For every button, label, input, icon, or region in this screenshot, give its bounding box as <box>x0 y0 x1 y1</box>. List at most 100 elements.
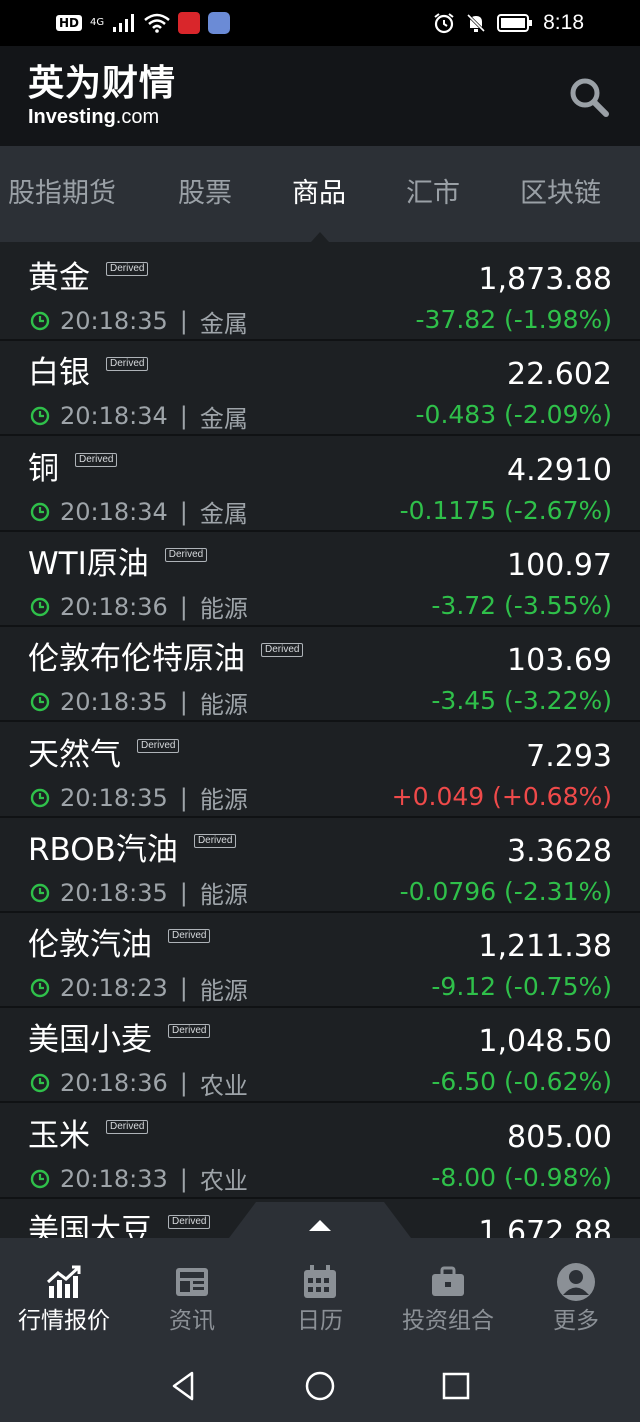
derived-badge: Derived <box>168 1024 211 1039</box>
nav-quotes[interactable]: 行情报价 <box>0 1262 128 1342</box>
commodity-change: -3.72 (-3.55%) <box>431 590 612 620</box>
commodity-change: -8.00 (-0.98%) <box>431 1162 612 1192</box>
clock-icon <box>30 692 50 712</box>
commodity-name: 伦敦布伦特原油 Derived <box>28 639 304 679</box>
recents-icon[interactable] <box>438 1368 474 1404</box>
commodity-price: 100.97 <box>507 547 612 583</box>
commodity-category: 能源 <box>199 690 248 719</box>
commodity-category: 金属 <box>199 500 248 529</box>
derived-badge: Derived <box>106 357 149 372</box>
briefcase-icon <box>432 1266 464 1296</box>
clock-icon <box>30 883 50 902</box>
commodity-category: 能源 <box>199 976 248 1005</box>
update-time: 20:18:36 <box>60 592 168 621</box>
separator: | <box>179 688 188 717</box>
news-icon <box>176 1268 208 1296</box>
update-time: 20:18:36 <box>60 1069 168 1098</box>
network-type: 4G <box>90 17 105 28</box>
commodity-name-text: WTI原油 <box>28 545 149 582</box>
commodity-name-text: RBOB汽油 <box>28 831 178 868</box>
commodity-row[interactable]: 美国小麦 Derived 20:18:36 | 农业 1,048.50 -6.5… <box>0 1008 640 1104</box>
tab-blockchain[interactable]: 区块链 <box>520 176 601 212</box>
chart-icon <box>46 1265 81 1298</box>
commodity-change: -0.0796 (-2.31%) <box>399 876 612 906</box>
derived-badge: Derived <box>164 547 208 562</box>
nav-calendar[interactable]: 日历 <box>256 1262 384 1342</box>
separator: | <box>179 1164 188 1193</box>
commodity-category: 金属 <box>199 309 248 338</box>
nav-news[interactable]: 资讯 <box>128 1262 256 1342</box>
commodity-meta: 20:18:35 | 金属 <box>30 306 248 338</box>
commodity-change: -9.12 (-0.75%) <box>431 972 612 1002</box>
derived-badge: Derived <box>137 738 180 753</box>
commodity-name: 黄金 Derived <box>28 258 149 298</box>
commodity-category: 能源 <box>199 786 248 814</box>
commodity-name: WTI原油 Derived <box>28 544 208 584</box>
mute-icon <box>467 13 486 33</box>
commodity-name: 伦敦汽油 Derived <box>28 925 211 965</box>
clock-icon <box>30 502 50 521</box>
clock-icon <box>30 788 50 807</box>
alarm-icon <box>434 13 454 34</box>
commodity-price: 103.69 <box>507 643 612 679</box>
commodity-row[interactable]: 伦敦布伦特原油 Derived 20:18:35 | 能源 103.69 -3.… <box>0 627 640 723</box>
app-notification-icon <box>178 12 201 34</box>
commodity-name-text: 白银 <box>28 355 90 392</box>
active-tab-indicator <box>311 232 329 242</box>
nav-more[interactable]: 更多 <box>512 1262 640 1342</box>
commodity-category: 农业 <box>199 1167 248 1196</box>
commodity-name: 铜 Derived <box>28 449 118 489</box>
separator: | <box>179 497 188 526</box>
commodity-name-text: 美国大豆 <box>28 1213 152 1238</box>
derived-badge: Derived <box>168 929 211 944</box>
tab-stocks[interactable]: 股票 <box>178 176 232 212</box>
commodity-row[interactable]: 铜 Derived 20:18:34 | 金属 4.2910 -0.1175 (… <box>0 437 640 532</box>
home-icon[interactable] <box>302 1368 338 1404</box>
commodity-name: 白银 Derived <box>28 353 149 393</box>
chevron-up-icon[interactable] <box>309 1220 331 1231</box>
commodity-price: 1,048.50 <box>478 1024 612 1060</box>
commodity-price: 1,873.88 <box>478 262 612 297</box>
commodity-row[interactable]: 玉米 Derived 20:18:33 | 农业 805.00 -8.00 (-… <box>0 1104 640 1199</box>
commodity-meta: 20:18:36 | 能源 <box>30 592 248 624</box>
status-bar: HD 4G 8:18 <box>0 0 640 46</box>
commodity-change: -6.50 (-0.62%) <box>431 1067 612 1097</box>
separator: | <box>179 974 188 1003</box>
tab-commodities[interactable]: 商品 <box>292 176 346 212</box>
commodity-meta: 20:18:34 | 金属 <box>30 401 248 433</box>
battery-icon <box>497 14 533 32</box>
nav-label-news: 资讯 <box>169 1308 215 1334</box>
commodity-row[interactable]: WTI原油 Derived 20:18:36 | 能源 100.97 -3.72… <box>0 532 640 627</box>
commodity-row[interactable]: RBOB汽油 Derived 20:18:35 | 能源 3.3628 -0.0… <box>0 818 640 913</box>
commodity-price: 1,672.88 <box>478 1215 612 1238</box>
commodity-price: 3.3628 <box>507 833 612 869</box>
nav-portfolio[interactable]: 投资组合 <box>384 1262 512 1342</box>
derived-badge: Derived <box>106 262 149 276</box>
commodity-row[interactable]: 白银 Derived 20:18:34 | 金属 22.602 -0.483 (… <box>0 341 640 437</box>
tab-forex[interactable]: 汇市 <box>406 176 460 212</box>
signal-icon <box>113 14 135 32</box>
derived-badge: Derived <box>261 643 304 658</box>
commodity-meta: 20:18:36 | 农业 <box>30 1068 248 1100</box>
commodity-row[interactable]: 天然气 Derived 20:18:35 | 能源 7.293 +0.049 (… <box>0 723 640 818</box>
commodity-change: -0.483 (-2.09%) <box>415 400 612 430</box>
logo-chinese: 英为财情 <box>28 63 177 104</box>
nav-label-more: 更多 <box>553 1308 599 1334</box>
separator: | <box>179 402 188 431</box>
tab-index-futures[interactable]: 股指期货 <box>8 176 116 212</box>
commodity-name: 天然气 Derived <box>28 735 180 775</box>
hd-indicator: HD <box>56 15 83 31</box>
commodity-row[interactable]: 伦敦汽油 Derived 20:18:23 | 能源 1,211.38 -9.1… <box>0 913 640 1009</box>
update-time: 20:18:35 <box>60 688 168 717</box>
status-left: HD 4G <box>56 9 231 37</box>
commodity-change: -37.82 (-1.98%) <box>415 305 612 334</box>
clock-time: 8:18 <box>543 11 584 34</box>
back-icon[interactable] <box>166 1368 202 1404</box>
commodity-price: 22.602 <box>507 357 612 393</box>
commodity-row[interactable]: 黄金 Derived 20:18:35 | 金属 1,873.88 -37.82… <box>0 246 640 341</box>
commodity-meta: 20:18:34 | 金属 <box>30 497 248 529</box>
search-icon[interactable] <box>566 74 612 120</box>
commodity-category: 能源 <box>199 595 248 624</box>
clock-icon <box>30 978 50 998</box>
clock-icon <box>30 311 50 331</box>
